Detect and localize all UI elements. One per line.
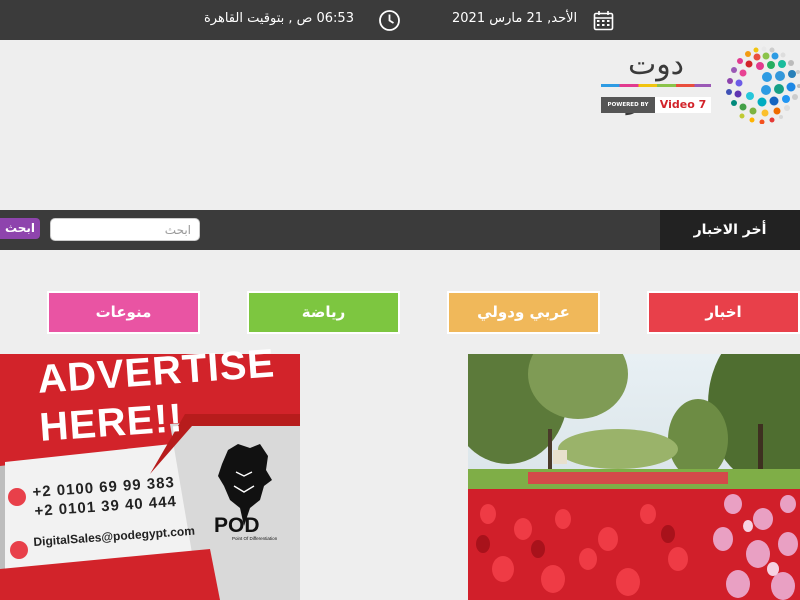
phone-icon xyxy=(8,488,26,506)
ad-brand-tagline: Point Of Differentiation xyxy=(232,536,278,541)
powered-by-label: POWERED BY xyxy=(601,97,655,113)
ad-brand-name: POD xyxy=(214,514,260,537)
video7-label: Video 7 xyxy=(655,97,711,113)
powered-by-badge: POWERED BY Video 7 xyxy=(601,97,711,113)
featured-news-image[interactable] xyxy=(468,354,800,600)
email-icon xyxy=(10,541,28,559)
top-bar: الأحد, 21 مارس 2021 06:53 ص , بتوقيت الق… xyxy=(0,0,800,40)
category-arab-world-button[interactable]: عربي ودولي xyxy=(447,291,600,334)
search-input[interactable] xyxy=(50,218,200,241)
tulip-garden-image xyxy=(468,354,800,600)
latest-news-label[interactable]: أخر الاخبار xyxy=(660,210,800,250)
current-time: 06:53 ص , بتوقيت القاهرة xyxy=(204,11,354,26)
category-news-button[interactable]: اخبار xyxy=(647,291,800,334)
search-button[interactable]: ابحث xyxy=(0,218,40,239)
category-sports-button[interactable]: رياضة xyxy=(247,291,400,334)
calendar-icon xyxy=(593,11,614,31)
current-date: الأحد, 21 مارس 2021 xyxy=(452,11,578,26)
category-misc-button[interactable]: منوعات xyxy=(47,291,200,334)
news-bar: أخر الاخبار ابحث xyxy=(0,210,800,250)
dots-logo-icon xyxy=(726,46,800,124)
logo-color-strip xyxy=(601,84,711,87)
clock-icon xyxy=(379,10,400,31)
